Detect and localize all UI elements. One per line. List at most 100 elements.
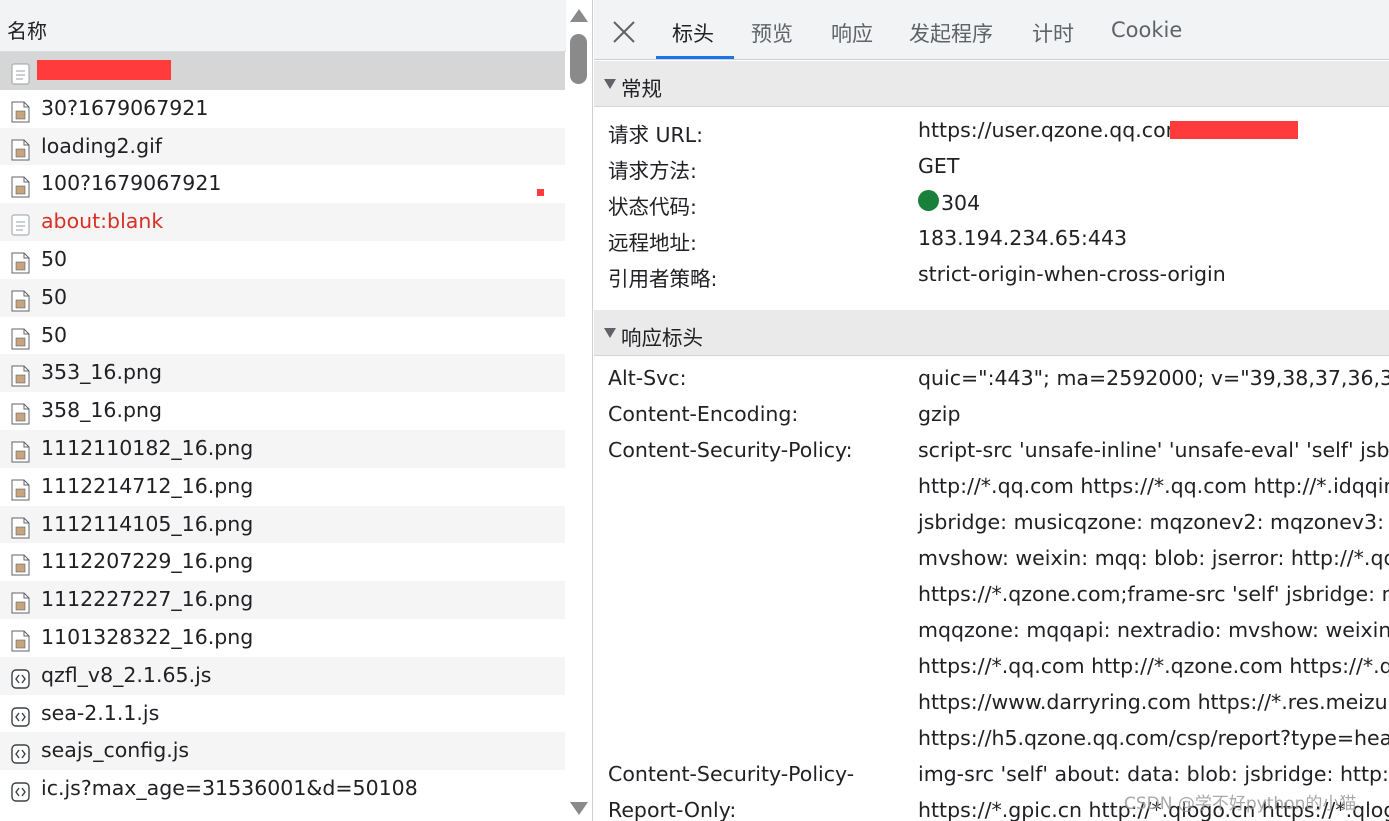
general-row-referrer: 引用者策略: strict-origin-when-cross-origin: [594, 262, 1389, 298]
list-header[interactable]: 名称: [0, 0, 566, 52]
csp-key: Content-Security-Policy:: [608, 438, 853, 462]
tab-initiator[interactable]: 发起程序: [909, 18, 993, 48]
watermark: CSDN @学不好python的小猫: [1124, 794, 1357, 814]
request-name: ic.js?max_age=31536001&d=50108: [41, 776, 418, 801]
request-row[interactable]: 100?1679067921: [0, 165, 565, 203]
request-name: 1112110182_16.png: [41, 435, 254, 460]
general-row-method: 请求方法: GET: [594, 154, 1389, 190]
request-row[interactable]: [0, 52, 565, 90]
general-row-remote: 远程地址: 183.194.234.65:443: [594, 226, 1389, 262]
name-column-header[interactable]: 名称: [7, 15, 47, 44]
csp-value-line: https://h5.qzone.qq.com/csp/report?type=…: [918, 726, 1389, 750]
tab-headers[interactable]: 标头: [672, 18, 714, 48]
request-row[interactable]: qzfl_v8_2.1.65.js: [0, 656, 565, 695]
request-url-key: 请求 URL:: [608, 123, 704, 147]
image-file-icon: [11, 136, 30, 161]
referrer-policy-key: 引用者策略:: [608, 267, 718, 291]
content-encoding-value: gzip: [918, 402, 961, 426]
header-row-alt-svc: Alt-Svc: quic=":443"; ma=2592000; v="39,…: [594, 366, 1389, 402]
request-name: 1112207229_16.png: [41, 549, 254, 574]
request-row[interactable]: 1112227227_16.png: [0, 581, 565, 619]
response-headers-section-header[interactable]: 响应标头: [594, 310, 1389, 356]
request-method-key: 请求方法:: [608, 159, 697, 183]
scroll-up-arrow-icon[interactable]: [570, 9, 588, 22]
request-name: 100?1679067921: [41, 171, 222, 196]
redaction-mark: [537, 189, 544, 196]
cspro-key-line1: Content-Security-Policy-: [608, 762, 855, 786]
referrer-policy-value: strict-origin-when-cross-origin: [918, 262, 1226, 286]
csp-value-line: mvshow: weixin: mqq: blob: jserror: http…: [918, 546, 1389, 570]
request-row[interactable]: 1112207229_16.png: [0, 543, 565, 581]
request-list-panel: 名称 30?1679067921 loading2.gif 100?16790679…: [0, 0, 593, 821]
redaction-bar: [1170, 121, 1298, 139]
csp-value-line: https://*.qq.com http://*.qzone.com http…: [918, 654, 1389, 678]
request-name: 50: [41, 284, 68, 309]
general-section-title: 常规: [621, 77, 662, 101]
response-headers-title: 响应标头: [621, 326, 703, 350]
cspro-value-line: img-src 'self' about: data: blob: jsbrid…: [918, 762, 1389, 786]
script-icon: [11, 778, 30, 802]
request-row[interactable]: ic.js?max_age=31536001&d=50108: [0, 770, 565, 808]
request-name: sea-2.1.1.js: [41, 700, 160, 725]
request-method-value: GET: [918, 154, 960, 178]
request-name: 1112114105_16.png: [41, 511, 254, 536]
image-file-icon: [11, 362, 30, 387]
tab-preview[interactable]: 预览: [751, 18, 793, 48]
scrollbar-thumb[interactable]: [570, 34, 587, 84]
csp-value-line: mqqzone: mqqapi: nextradio: mvshow: weix…: [918, 618, 1389, 642]
request-name: qzfl_v8_2.1.65.js: [41, 662, 212, 687]
request-row[interactable]: about:blank: [0, 203, 565, 241]
content-encoding-key: Content-Encoding:: [608, 402, 799, 426]
csp-value-line: https://www.darryring.com https://*.res.…: [918, 690, 1389, 714]
image-file-icon: [11, 173, 30, 198]
request-name: 30?1679067921: [41, 95, 209, 120]
csp-value-line: http://*.qq.com https://*.qq.com http://…: [918, 474, 1389, 498]
document-icon: [11, 211, 30, 236]
image-file-icon: [11, 627, 30, 652]
csp-value-line: jsbridge: musicqzone: mqzonev2: mqzonev3…: [918, 510, 1389, 534]
status-ok-icon: [918, 190, 939, 211]
collapse-triangle-icon[interactable]: [604, 79, 616, 89]
request-name: loading2.gif: [41, 133, 162, 158]
request-name: 1112214712_16.png: [41, 473, 254, 498]
request-row[interactable]: 1112110182_16.png: [0, 429, 565, 468]
redaction-bar: [37, 60, 171, 80]
request-row[interactable]: 1112214712_16.png: [0, 468, 565, 506]
image-file-icon: [11, 400, 30, 425]
scroll-down-arrow-icon[interactable]: [570, 802, 588, 815]
active-tab-indicator: [656, 56, 734, 59]
request-url-value: https://user.qzone.qq.com/: [918, 118, 1193, 142]
tab-timing[interactable]: 计时: [1032, 18, 1074, 48]
general-section-header[interactable]: 常规: [594, 61, 1389, 107]
status-code-value: 304: [918, 190, 980, 215]
request-row[interactable]: 1112114105_16.png: [0, 505, 565, 544]
status-code-key: 状态代码:: [608, 195, 697, 219]
close-icon[interactable]: [610, 18, 638, 46]
request-detail-panel: 标头 预览 响应 发起程序 计时 Cookie 常规 请求 URL: https…: [594, 0, 1389, 821]
request-row[interactable]: 353_16.png: [0, 354, 565, 393]
request-row[interactable]: seajs_config.js: [0, 732, 565, 771]
request-row[interactable]: 30?1679067921: [0, 90, 565, 128]
script-icon: [11, 665, 30, 689]
request-row[interactable]: loading2.gif: [0, 127, 565, 166]
image-file-icon: [11, 514, 30, 539]
tab-cookie[interactable]: Cookie: [1111, 18, 1182, 42]
request-row[interactable]: 50: [0, 278, 565, 317]
list-scrollbar[interactable]: [566, 0, 592, 821]
image-file-icon: [11, 287, 30, 312]
remote-address-value: 183.194.234.65:443: [918, 226, 1128, 250]
cspro-key-line2: Report-Only:: [608, 798, 737, 821]
request-row[interactable]: 50: [0, 241, 565, 279]
detail-tabbar: 标头 预览 响应 发起程序 计时 Cookie: [594, 0, 1389, 60]
request-name: 1112227227_16.png: [41, 587, 254, 612]
collapse-triangle-icon[interactable]: [604, 328, 616, 338]
tab-response[interactable]: 响应: [831, 18, 873, 48]
request-row[interactable]: 50: [0, 317, 565, 355]
request-row[interactable]: 1101328322_16.png: [0, 619, 565, 657]
request-name: seajs_config.js: [41, 738, 190, 763]
request-row[interactable]: sea-2.1.1.js: [0, 695, 565, 733]
document-icon: [11, 60, 30, 85]
image-file-icon: [11, 589, 30, 614]
request-row[interactable]: 358_16.png: [0, 392, 565, 430]
image-file-icon: [11, 551, 30, 576]
